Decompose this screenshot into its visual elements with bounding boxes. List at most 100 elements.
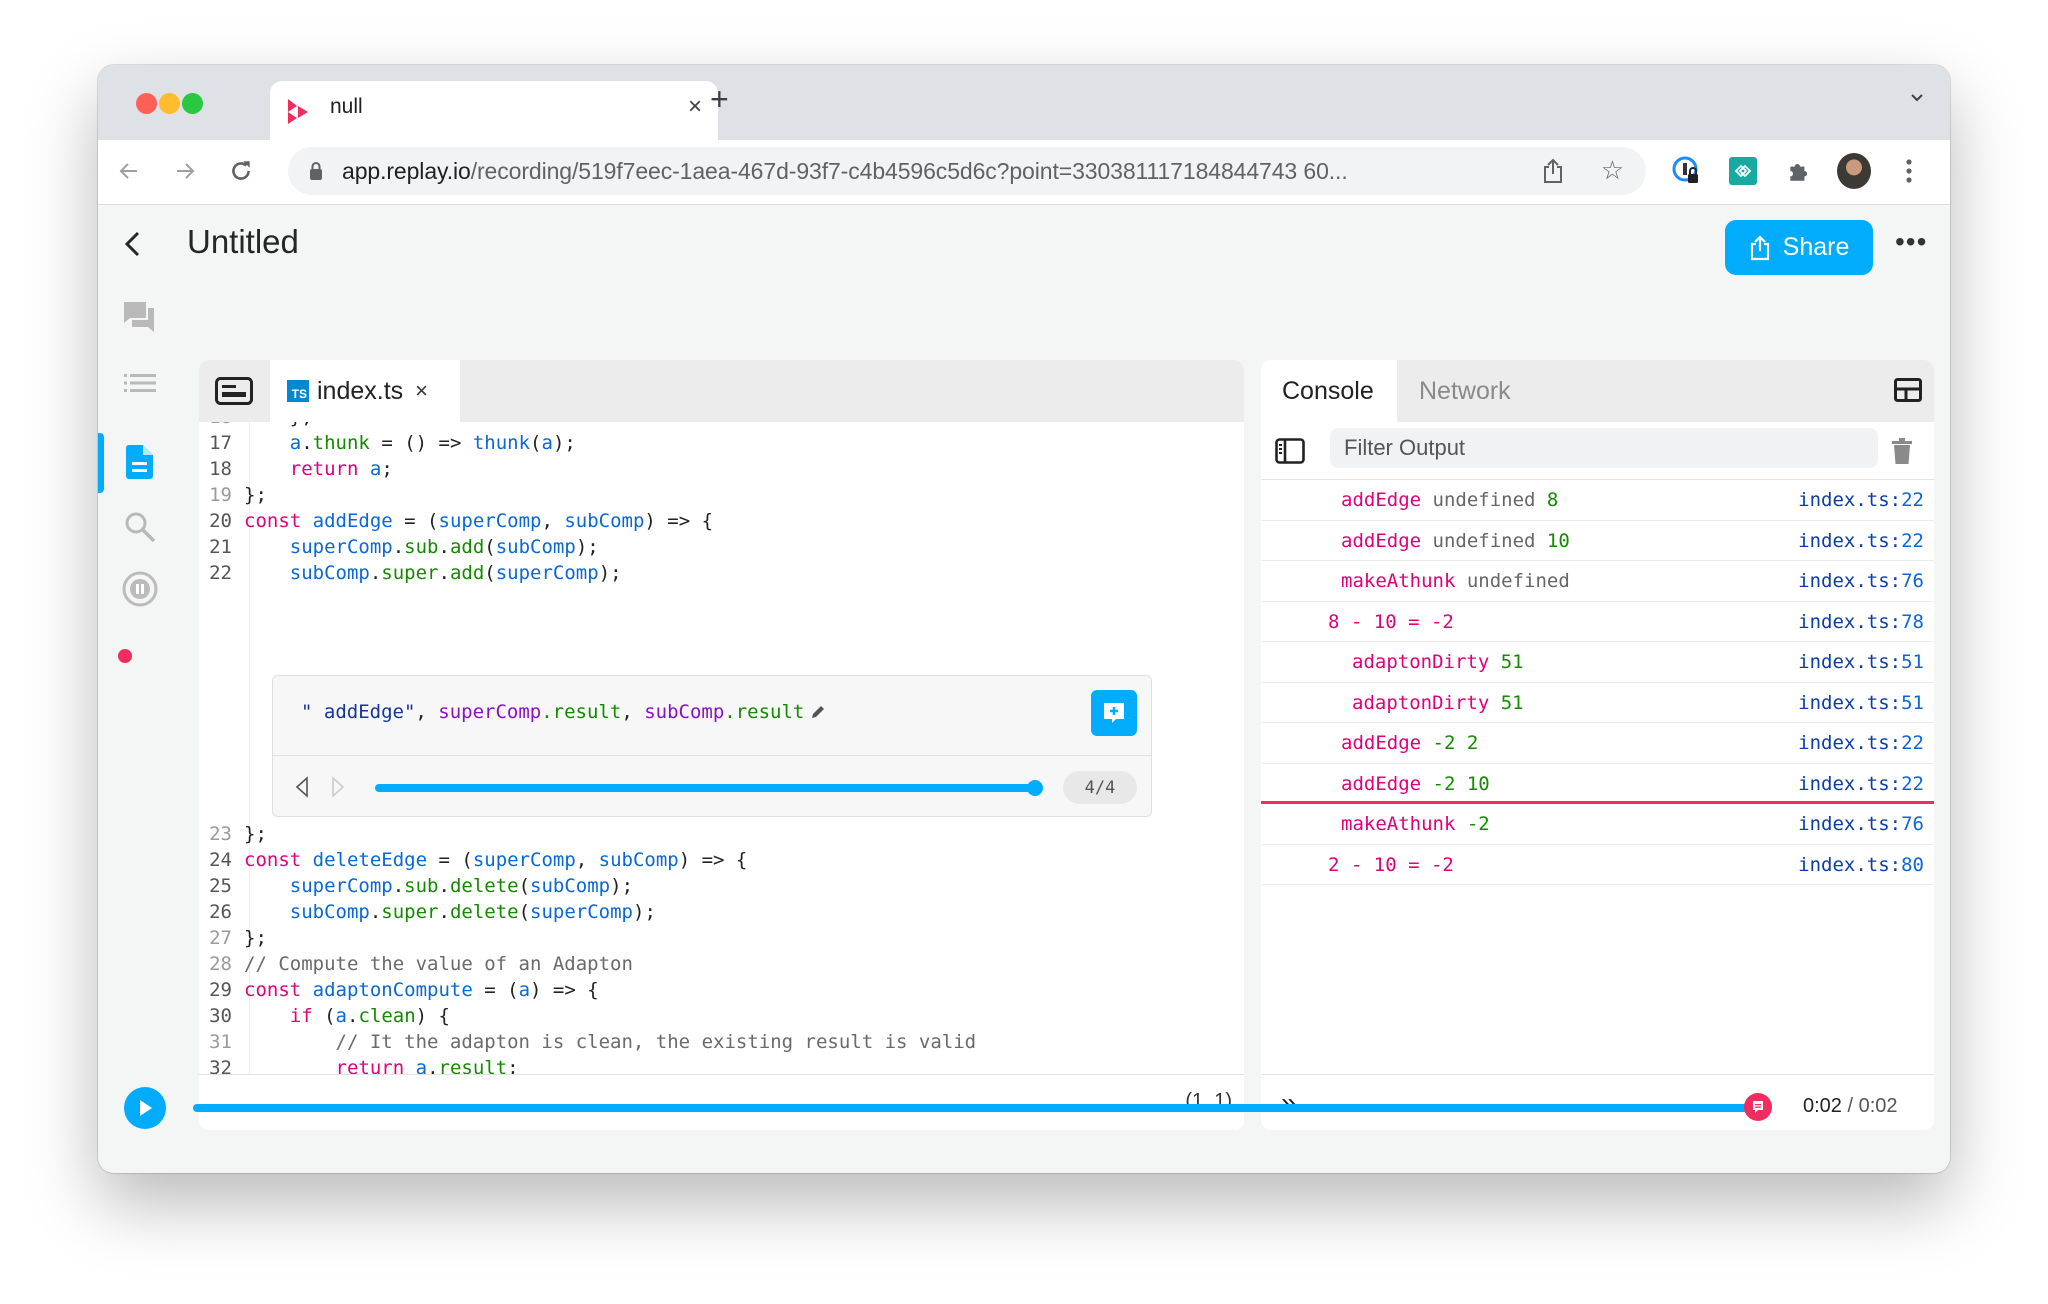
- console-message[interactable]: 2 - 10 = -2 index.ts:80: [1261, 845, 1934, 885]
- message-source-link[interactable]: index.ts:22: [1798, 732, 1924, 754]
- tab-index-ts[interactable]: TS index.ts ×: [270, 360, 460, 422]
- code-line[interactable]: 19};: [199, 482, 1244, 508]
- play-button[interactable]: [124, 1087, 166, 1129]
- logpoint-expression[interactable]: " addEdge", superComp.result, subComp.re…: [301, 701, 826, 723]
- password-manager-extension[interactable]: [1670, 154, 1704, 188]
- code-line[interactable]: 18 return a;: [199, 456, 1244, 482]
- forward-button[interactable]: [168, 154, 202, 188]
- previous-hit-icon[interactable]: [295, 776, 309, 798]
- page-title[interactable]: Untitled: [187, 223, 299, 261]
- line-number[interactable]: 22: [199, 560, 244, 586]
- code-line[interactable]: 32 return a.result;: [199, 1055, 1244, 1074]
- line-number[interactable]: 31: [199, 1029, 244, 1055]
- message-source-link[interactable]: index.ts:22: [1798, 489, 1924, 511]
- code-line[interactable]: 20 const addEdge = (superComp, subComp) =…: [199, 508, 1244, 534]
- line-number[interactable]: 29: [199, 977, 244, 1003]
- code-line[interactable]: 25 superComp.sub.delete(subComp);: [199, 873, 1244, 899]
- code-line[interactable]: 23};: [199, 821, 1244, 847]
- url-text[interactable]: app.replay.io/recording/519f7eec-1aea-46…: [342, 158, 1348, 185]
- line-number[interactable]: 21: [199, 534, 244, 560]
- tab-network[interactable]: Network: [1419, 360, 1511, 422]
- code-line[interactable]: 27};: [199, 925, 1244, 951]
- line-number[interactable]: 32: [199, 1055, 244, 1074]
- message-source-link[interactable]: index.ts:76: [1798, 813, 1924, 835]
- code-line[interactable]: 24 const deleteEdge = (superComp, subComp…: [199, 847, 1244, 873]
- pencil-icon[interactable]: [810, 704, 826, 720]
- line-number[interactable]: 26: [199, 899, 244, 925]
- line-number[interactable]: 17: [199, 430, 244, 456]
- code-area[interactable]: 16 };17 a.thunk = () => thunk(a);18 retu…: [199, 422, 1244, 1074]
- address-bar[interactable]: app.replay.io/recording/519f7eec-1aea-46…: [288, 147, 1646, 195]
- hit-slider-thumb[interactable]: [1027, 780, 1043, 796]
- bookmark-star-icon[interactable]: ☆: [1601, 155, 1624, 186]
- message-source-link[interactable]: index.ts:80: [1798, 854, 1924, 876]
- message-source-link[interactable]: index.ts:22: [1798, 530, 1924, 552]
- line-number[interactable]: 27: [199, 925, 244, 951]
- browser-menu-button[interactable]: [1892, 154, 1926, 188]
- code-line[interactable]: 30 if (a.clean) {: [199, 1003, 1244, 1029]
- code-line[interactable]: 16 };: [199, 422, 1244, 430]
- line-number[interactable]: 23: [199, 821, 244, 847]
- line-number[interactable]: 24: [199, 847, 244, 873]
- code-line[interactable]: 29 const adaptonCompute = (a) => {: [199, 977, 1244, 1003]
- layout-toggle-icon[interactable]: [1894, 378, 1922, 402]
- line-number[interactable]: 30: [199, 1003, 244, 1029]
- message-source-link[interactable]: index.ts:78: [1798, 611, 1924, 633]
- close-window-button[interactable]: [136, 93, 157, 114]
- reload-button[interactable]: [224, 154, 258, 188]
- trash-icon[interactable]: [1892, 438, 1912, 464]
- console-message[interactable]: adaptonDirty 51 index.ts:51: [1261, 683, 1934, 723]
- line-number[interactable]: 19: [199, 482, 244, 508]
- code-line[interactable]: 26 subComp.super.delete(superComp);: [199, 899, 1244, 925]
- console-message[interactable]: makeAthunk undefined index.ts:76: [1261, 561, 1934, 602]
- chevron-down-icon[interactable]: [1910, 91, 1924, 105]
- filter-output-input[interactable]: [1330, 428, 1878, 468]
- next-hit-icon[interactable]: [331, 776, 345, 798]
- maximize-window-button[interactable]: [182, 93, 203, 114]
- line-number[interactable]: 20: [199, 508, 244, 534]
- sidebar-item-comments[interactable]: [118, 295, 162, 339]
- add-comment-button[interactable]: [1091, 690, 1137, 736]
- eval-prompt-chevron[interactable]: »: [1281, 1087, 1297, 1119]
- console-message[interactable]: makeAthunk -2 index.ts:76: [1261, 804, 1934, 845]
- code-line[interactable]: 21 superComp.sub.add(subComp);: [199, 534, 1244, 560]
- line-number[interactable]: 16: [199, 422, 244, 430]
- more-options-button[interactable]: •••: [1895, 228, 1927, 256]
- diamond-extension[interactable]: [1726, 154, 1760, 188]
- new-tab-button[interactable]: +: [710, 81, 729, 118]
- console-message[interactable]: addEdge undefined 10 index.ts:22: [1261, 521, 1934, 561]
- line-number[interactable]: 18: [199, 456, 244, 482]
- share-page-icon[interactable]: [1542, 157, 1564, 185]
- code-line[interactable]: 17 a.thunk = () => thunk(a);: [199, 430, 1244, 456]
- message-source-link[interactable]: index.ts:51: [1798, 692, 1924, 714]
- chevron-left-icon[interactable]: [118, 227, 148, 261]
- sidebar-item-recording[interactable]: [118, 567, 162, 611]
- back-button[interactable]: [112, 154, 146, 188]
- close-tab-button[interactable]: ×: [688, 93, 702, 121]
- console-message[interactable]: addEdge -2 10 index.ts:22: [1261, 764, 1934, 804]
- paused-point-marker[interactable]: [1744, 1093, 1772, 1121]
- line-number[interactable]: 28: [199, 951, 244, 977]
- sidebar-item-sources[interactable]: [118, 440, 162, 484]
- close-file-tab-button[interactable]: ×: [415, 378, 428, 404]
- hit-slider[interactable]: [375, 780, 1043, 796]
- console-message[interactable]: adaptonDirty 51 index.ts:51: [1261, 642, 1934, 683]
- code-line[interactable]: 22 subComp.super.add(superComp);: [199, 560, 1244, 586]
- console-message[interactable]: addEdge -2 2 index.ts:22: [1261, 723, 1934, 764]
- share-button[interactable]: Share: [1725, 220, 1873, 275]
- sidebar-item-events[interactable]: [118, 361, 162, 405]
- sidebar-item-search[interactable]: [118, 505, 162, 549]
- console-message[interactable]: 8 - 10 = -2 index.ts:78: [1261, 602, 1934, 642]
- profile-button[interactable]: [1837, 153, 1871, 189]
- line-number[interactable]: 25: [199, 873, 244, 899]
- message-source-link[interactable]: index.ts:76: [1798, 570, 1924, 592]
- console-message[interactable]: addEdge undefined 8 index.ts:22: [1261, 480, 1934, 521]
- browser-tab[interactable]: null ×: [270, 81, 718, 140]
- code-line[interactable]: 31 // It the adapton is clean, the exist…: [199, 1029, 1244, 1055]
- toggle-outline-button[interactable]: [211, 374, 257, 408]
- extensions-button[interactable]: [1782, 154, 1816, 188]
- timeline-scrubber[interactable]: [193, 1104, 1763, 1112]
- sidebar-toggle-icon[interactable]: [1275, 438, 1305, 464]
- tab-console[interactable]: Console: [1261, 360, 1397, 422]
- message-source-link[interactable]: index.ts:51: [1798, 651, 1924, 673]
